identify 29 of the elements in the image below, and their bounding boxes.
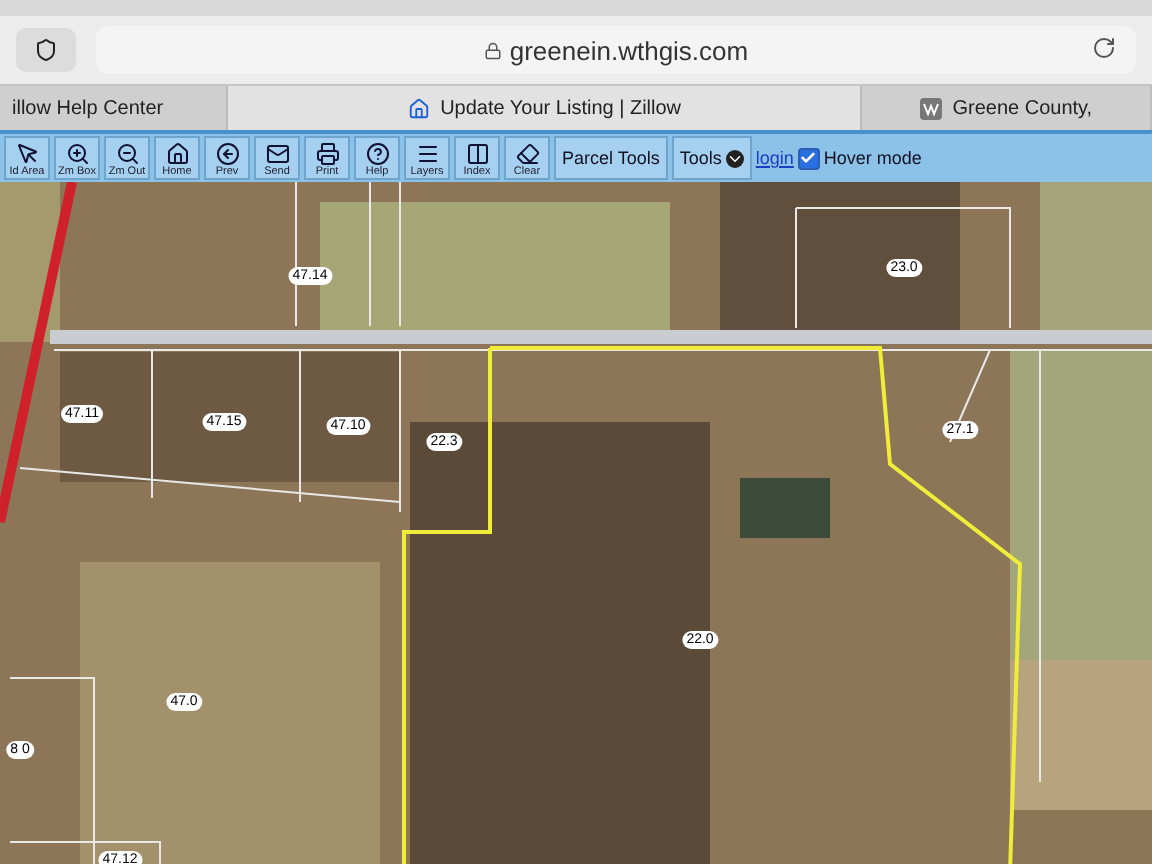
zoom-out-icon xyxy=(115,142,139,166)
printer-icon xyxy=(315,142,339,166)
columns-icon xyxy=(465,142,489,166)
parcel-tools-button[interactable]: Parcel Tools xyxy=(554,136,668,180)
lock-icon xyxy=(483,41,502,59)
browser-tab[interactable]: Update Your Listing | Zillow xyxy=(228,86,863,130)
pointer-icon xyxy=(15,142,39,166)
caret-icon xyxy=(725,149,744,167)
eraser-icon xyxy=(515,142,539,166)
zoom-in-icon xyxy=(65,142,89,166)
address-field[interactable]: greenein.wthgis.com xyxy=(96,26,1136,74)
browser-tab[interactable]: illow Help Center xyxy=(0,86,229,130)
login-link[interactable]: login xyxy=(755,148,794,168)
reload-icon[interactable] xyxy=(1092,36,1116,60)
shield-icon xyxy=(34,38,58,62)
hover-mode-checkbox[interactable] xyxy=(797,147,820,169)
envelope-icon xyxy=(265,142,289,166)
menu-icon xyxy=(415,142,439,166)
tab-title: Update Your Listing | Zillow xyxy=(440,97,682,119)
checkbox-label: Hover mode xyxy=(823,148,922,168)
tab-title: illow Help Center xyxy=(12,97,164,119)
help-icon xyxy=(365,142,389,166)
house-icon xyxy=(408,97,431,119)
tools-dropdown[interactable]: Tools xyxy=(671,136,752,180)
tab-title: Greene County, xyxy=(952,97,1093,119)
browser-tab[interactable]: Greene County, xyxy=(862,86,1152,130)
privacy-button[interactable] xyxy=(16,28,76,72)
house-icon xyxy=(165,142,189,166)
site-icon xyxy=(920,97,943,119)
